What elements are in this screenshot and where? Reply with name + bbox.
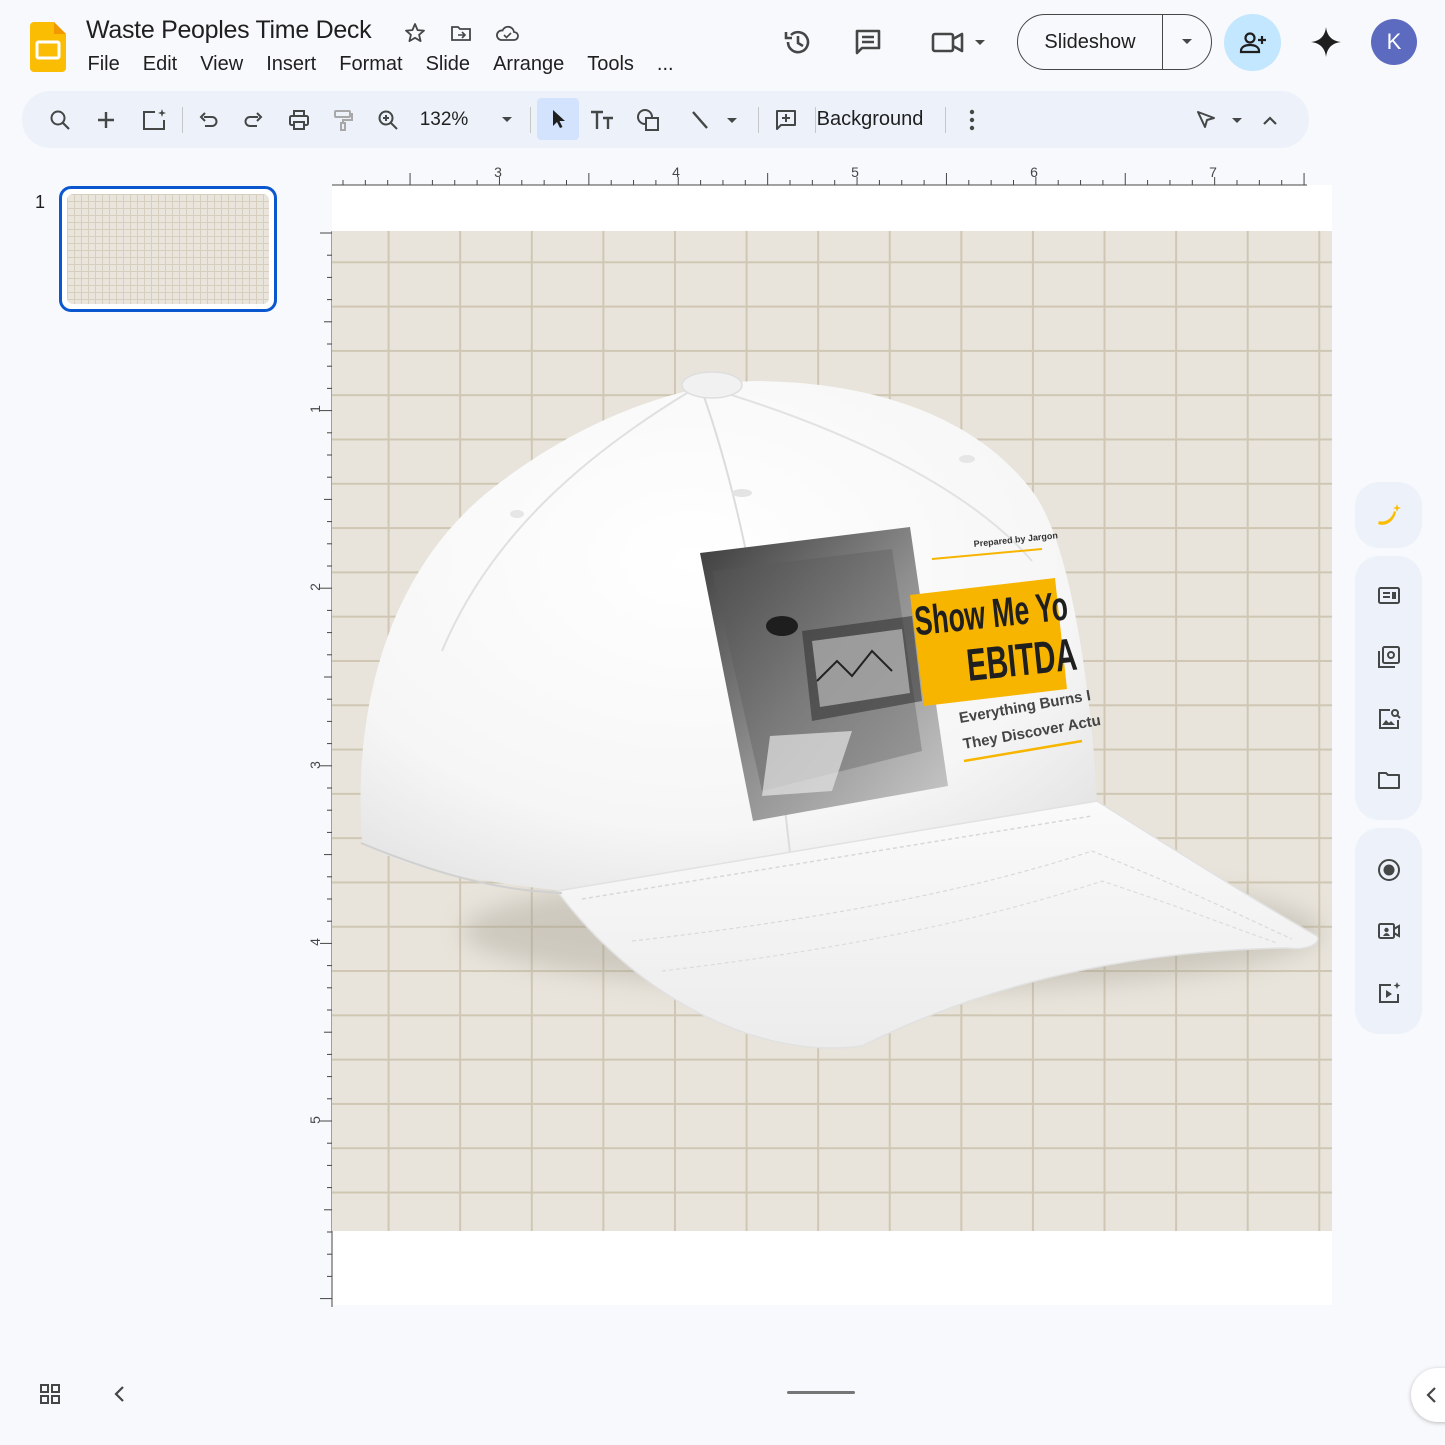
undo-icon[interactable] <box>188 91 228 148</box>
ruler-label: 4 <box>307 938 323 946</box>
speaker-notes-resize-handle[interactable] <box>787 1391 855 1394</box>
menu-file[interactable]: File <box>76 50 131 78</box>
select-cursor-icon[interactable] <box>537 98 579 140</box>
folder-icon[interactable] <box>1375 766 1403 794</box>
ruler-label: 6 <box>1030 164 1038 180</box>
menu-edit[interactable]: Edit <box>131 50 188 78</box>
layout-icon[interactable] <box>1375 582 1403 610</box>
vertical-ruler: 1 2 3 4 5 <box>307 231 333 1307</box>
slides-logo-icon[interactable] <box>30 22 66 72</box>
side-panel-group-ai <box>1355 482 1422 548</box>
cap-image[interactable]: Prepared by Jargon Show Me Yo EBITDA Eve… <box>332 231 1332 1231</box>
insert-comment-icon[interactable] <box>764 91 808 148</box>
menu-format[interactable]: Format <box>328 50 414 78</box>
slide-number: 1 <box>35 192 46 212</box>
menu-arrange[interactable]: Arrange <box>482 50 576 78</box>
print-icon[interactable] <box>278 91 320 148</box>
search-menus-icon[interactable] <box>40 91 80 148</box>
zoom-dropdown-icon[interactable] <box>492 91 522 148</box>
menu-slide[interactable]: Slide <box>414 50 481 78</box>
horizontal-ruler: 3 4 5 6 7 <box>332 164 1307 186</box>
collapse-toolbar-icon[interactable] <box>1255 91 1285 148</box>
grid-view-icon[interactable] <box>38 1382 62 1411</box>
slideshow-dropdown-icon[interactable] <box>1163 15 1211 69</box>
ruler-label: 5 <box>851 164 859 180</box>
expand-side-panel-button[interactable] <box>1411 1368 1445 1422</box>
side-panel-group-tools <box>1355 556 1422 820</box>
share-add-person-icon[interactable] <box>1224 14 1281 71</box>
ruler-label: 2 <box>307 583 323 591</box>
star-icon[interactable] <box>402 20 428 46</box>
redo-icon[interactable] <box>234 91 274 148</box>
more-options-icon[interactable] <box>957 91 987 148</box>
document-title[interactable]: Waste Peoples Time Deck <box>86 16 372 45</box>
line-tool-icon[interactable] <box>674 91 754 148</box>
account-avatar[interactable]: K <box>1371 19 1417 65</box>
cloud-saved-icon[interactable] <box>494 20 520 46</box>
record-icon[interactable] <box>1375 856 1403 884</box>
menu-view[interactable]: View <box>189 50 255 78</box>
menu-bar: File Edit View Insert Format Slide Arran… <box>76 50 685 78</box>
meet-camera-icon[interactable] <box>925 19 995 65</box>
collapse-filmstrip-icon[interactable] <box>110 1383 130 1410</box>
ruler-label: 3 <box>307 761 323 769</box>
zoom-icon[interactable] <box>368 91 408 148</box>
comments-icon[interactable] <box>845 19 891 65</box>
zoom-level[interactable]: 132% <box>414 91 474 148</box>
editing-mode-icon[interactable] <box>1190 91 1246 148</box>
camera-icon[interactable] <box>1375 917 1403 945</box>
slideshow-label[interactable]: Slideshow <box>1018 15 1163 69</box>
ruler-label: 4 <box>672 164 680 180</box>
slideshow-button[interactable]: Slideshow <box>1017 14 1212 70</box>
ruler-label: 7 <box>1209 164 1217 180</box>
image-search-icon[interactable] <box>1375 705 1403 733</box>
slide-canvas[interactable]: Prepared by Jargon Show Me Yo EBITDA Eve… <box>332 231 1332 1231</box>
paint-format-icon[interactable] <box>322 91 364 148</box>
banana-sparkle-icon[interactable] <box>1375 501 1403 529</box>
ruler-label: 1 <box>307 405 323 413</box>
ruler-label: 3 <box>494 164 502 180</box>
background-button[interactable]: Background <box>814 91 926 148</box>
menu-more[interactable]: ... <box>645 50 685 78</box>
ruler-label: 5 <box>307 1116 323 1124</box>
chevron-left-icon <box>1426 1387 1436 1403</box>
shape-icon[interactable] <box>628 91 668 148</box>
side-panel-group-record <box>1355 828 1422 1034</box>
menu-insert[interactable]: Insert <box>255 50 328 78</box>
slide-thumbnail[interactable] <box>59 186 277 312</box>
toolbar: 132% Background <box>22 91 1309 148</box>
slide-library-icon[interactable] <box>1375 643 1403 671</box>
new-slide-plus-icon[interactable] <box>86 91 126 148</box>
menu-tools[interactable]: Tools <box>576 50 646 78</box>
video-sparkle-icon[interactable] <box>1375 979 1403 1007</box>
gemini-sparkle-icon[interactable] <box>1303 19 1349 65</box>
slide-thumbnail-preview <box>67 194 269 304</box>
move-to-folder-icon[interactable] <box>448 20 474 46</box>
version-history-icon[interactable] <box>775 19 821 65</box>
text-box-icon[interactable] <box>582 91 622 148</box>
new-slide-with-layout-icon[interactable] <box>132 91 176 148</box>
